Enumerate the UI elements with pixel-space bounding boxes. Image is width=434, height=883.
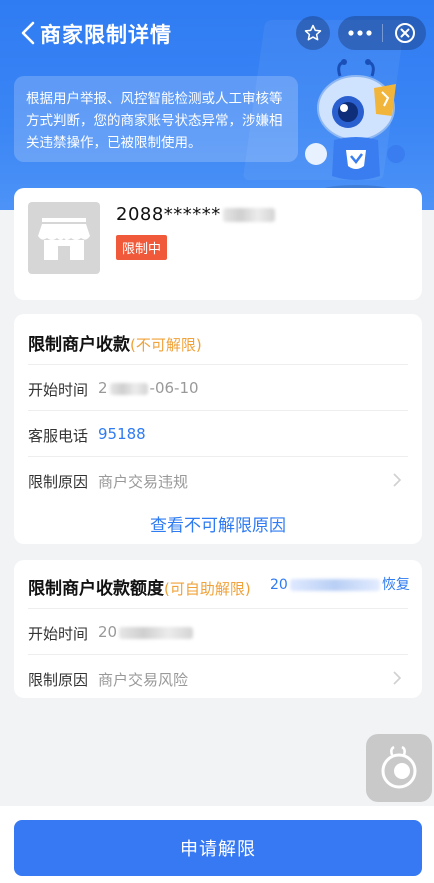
section-title: 限制商户收款额度(可自助解限) bbox=[28, 574, 251, 599]
row-start-time: 开始时间 2 -06-10 bbox=[28, 364, 408, 410]
star-icon bbox=[304, 24, 322, 41]
section-title-text: 限制商户收款 bbox=[28, 335, 130, 355]
row-label: 开始时间 bbox=[28, 381, 89, 399]
close-button[interactable] bbox=[383, 16, 426, 50]
row-label: 客服电话 bbox=[28, 427, 89, 445]
start-time-prefix: 20 bbox=[98, 623, 118, 641]
merchant-card: 2088****** 限制中 bbox=[14, 188, 422, 300]
more-button[interactable] bbox=[338, 16, 382, 50]
row-value: 商户交易违规 bbox=[98, 473, 189, 491]
row-value: 20 bbox=[98, 623, 194, 641]
row-value: 2 -06-10 bbox=[98, 379, 199, 397]
section-title-text: 限制商户收款额度 bbox=[28, 579, 164, 599]
floating-assistant-button[interactable] bbox=[366, 734, 432, 802]
recover-suffix: 恢复 bbox=[381, 577, 410, 593]
restriction-notice: 根据用户举报、风控智能检测或人工审核等方式判断，您的商家账号状态异常，涉嫌相关违… bbox=[14, 76, 298, 162]
assistant-icon bbox=[381, 745, 417, 789]
row-start-time: 开始时间 20 bbox=[28, 608, 408, 654]
mini-program-capsule bbox=[338, 16, 426, 50]
recover-time-text[interactable]: 20 恢复 bbox=[270, 574, 410, 594]
bottom-action-bar: 申请解限 bbox=[0, 806, 434, 883]
merchant-account-id: 2088****** bbox=[116, 204, 275, 225]
row-restriction-reason[interactable]: 限制原因 商户交易违规 bbox=[28, 456, 408, 502]
restriction-payment-card: 限制商户收款(不可解限) 开始时间 2 -06-10 客服电话 95188 限制原… bbox=[14, 314, 422, 544]
service-phone-link[interactable]: 95188 bbox=[98, 425, 146, 443]
notice-text: 根据用户举报、风控智能检测或人工审核等方式判断，您的商家账号状态异常，涉嫌相关违… bbox=[26, 91, 283, 151]
favorite-button[interactable] bbox=[296, 16, 330, 50]
apply-unrestrict-button[interactable]: 申请解限 bbox=[14, 820, 422, 876]
mascot-robot-icon bbox=[305, 59, 405, 195]
redacted-text bbox=[289, 579, 380, 591]
start-time-prefix: 2 bbox=[98, 379, 108, 397]
page-title: 商家限制详情 bbox=[40, 23, 172, 47]
restriction-amount-card: 限制商户收款额度(可自助解限) 20 恢复 开始时间 20 限制原因 商户交易风险 bbox=[14, 560, 422, 698]
start-time-suffix: -06-10 bbox=[149, 379, 199, 397]
merchant-id-prefix: 2088****** bbox=[116, 204, 221, 225]
recover-prefix: 20 bbox=[270, 577, 288, 593]
row-label: 限制原因 bbox=[28, 473, 89, 491]
redacted-text bbox=[109, 382, 148, 395]
nav-bar: 商家限制详情 bbox=[0, 0, 434, 66]
store-icon bbox=[28, 202, 100, 274]
redacted-text bbox=[222, 208, 275, 222]
row-value: 商户交易风险 bbox=[98, 671, 189, 689]
row-label: 开始时间 bbox=[28, 625, 89, 643]
row-restriction-reason[interactable]: 限制原因 商户交易风险 bbox=[28, 654, 408, 700]
status-badge: 限制中 bbox=[116, 235, 168, 260]
row-label: 限制原因 bbox=[28, 671, 89, 689]
chevron-right-icon bbox=[393, 473, 402, 487]
section-note: (不可解限) bbox=[130, 336, 202, 354]
chevron-right-icon bbox=[393, 671, 402, 685]
row-service-phone[interactable]: 客服电话 95188 bbox=[28, 410, 408, 456]
section-title: 限制商户收款(不可解限) bbox=[28, 330, 202, 355]
view-reason-link[interactable]: 查看不可解限原因 bbox=[14, 511, 422, 536]
section-note: (可自助解限) bbox=[164, 580, 251, 598]
redacted-text bbox=[119, 626, 194, 639]
more-icon bbox=[348, 30, 372, 36]
close-icon bbox=[394, 23, 415, 43]
